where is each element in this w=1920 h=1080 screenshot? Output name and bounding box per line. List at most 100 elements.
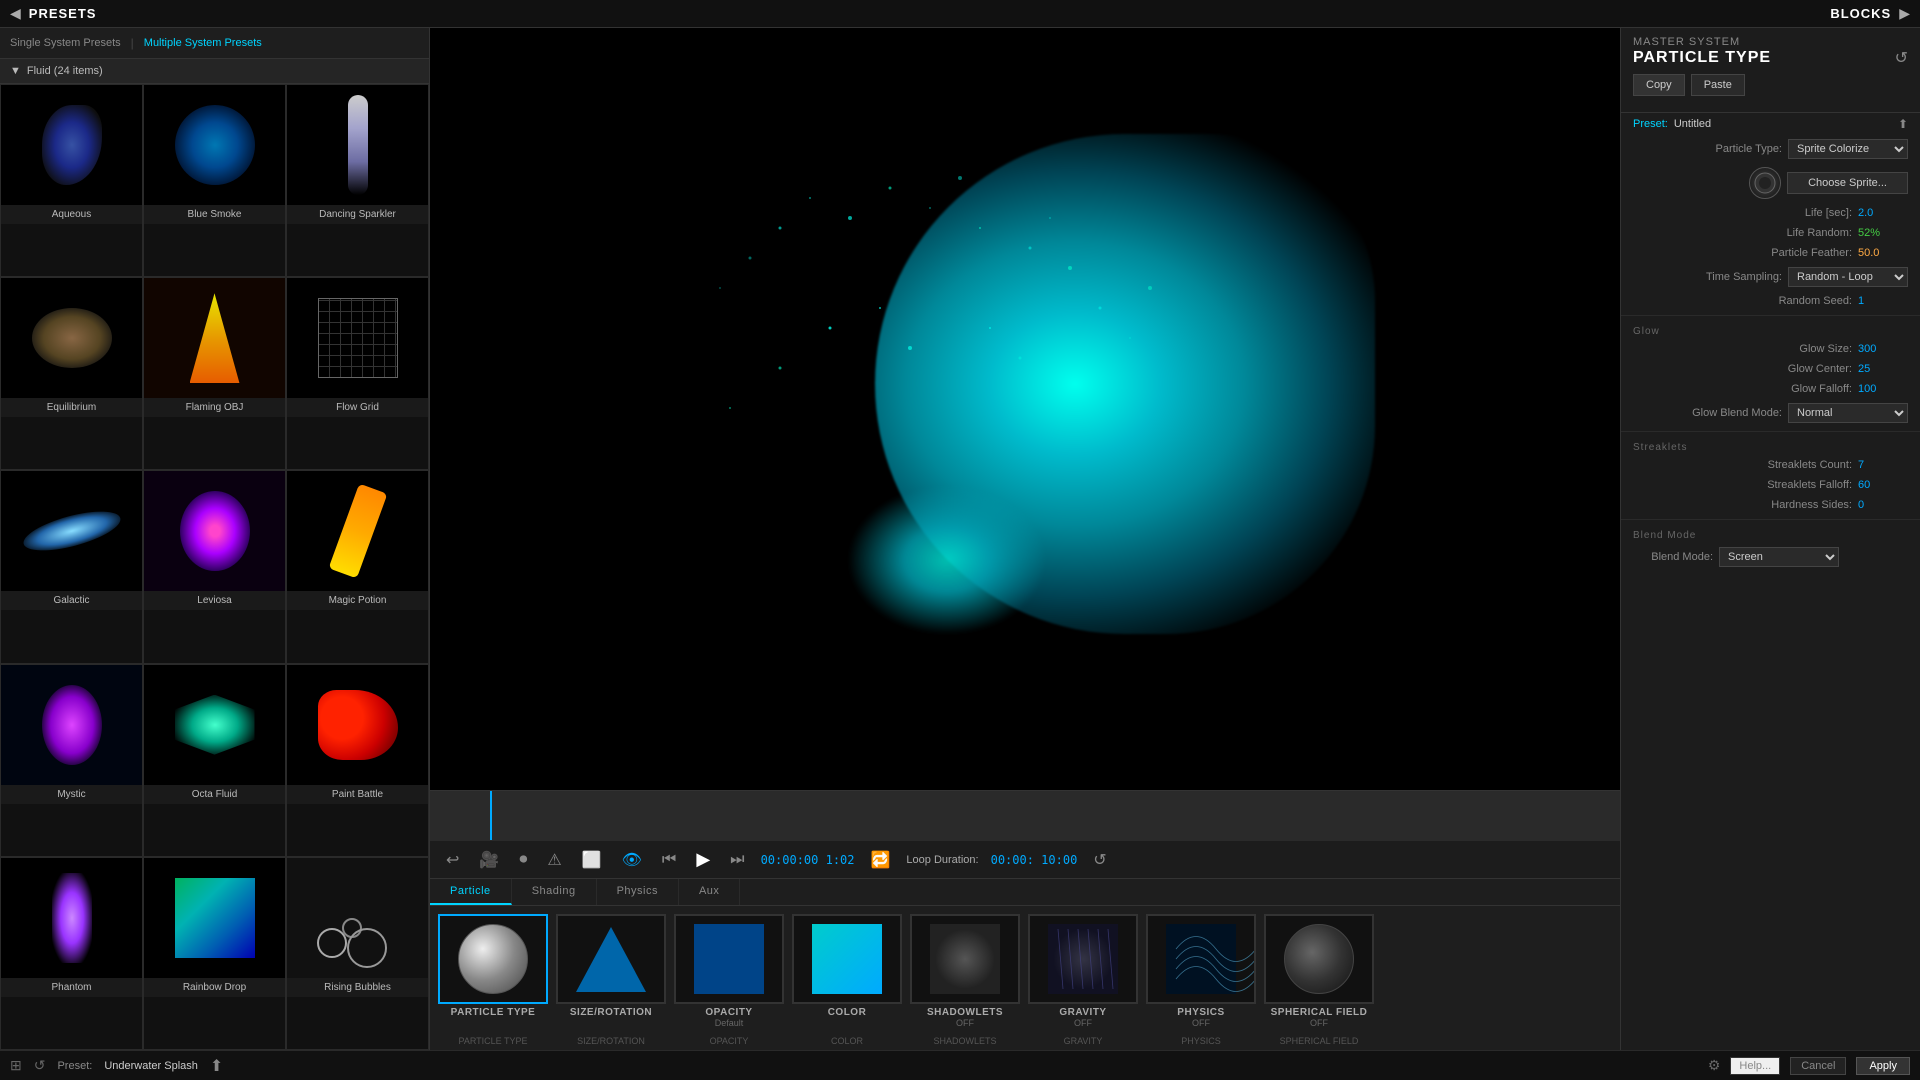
streaklets-hardness-row: Hardness Sides: 0 xyxy=(1621,495,1920,515)
fluid-header[interactable]: ▼ Fluid (24 items) xyxy=(0,59,429,84)
streaklets-falloff-value[interactable]: 60 xyxy=(1858,479,1908,491)
status-save-icon[interactable]: ⬆ xyxy=(210,1056,223,1076)
status-right-group: ⚙ Help... Cancel Apply xyxy=(1708,1057,1910,1075)
preset-thumb-flowgrid xyxy=(287,278,428,398)
life-random-value[interactable]: 52% xyxy=(1858,227,1908,239)
preset-equilibrium[interactable]: Equilibrium xyxy=(0,277,143,470)
glow-section-title: Glow xyxy=(1621,320,1920,339)
preset-aqueous[interactable]: Aqueous xyxy=(0,84,143,277)
glow-falloff-label: Glow Falloff: xyxy=(1633,383,1852,395)
preset-galactic[interactable]: Galactic xyxy=(0,470,143,663)
module-card-opacity[interactable]: OPACITY Default xyxy=(674,914,784,1028)
preset-rising[interactable]: Rising Bubbles xyxy=(286,857,429,1050)
status-home-icon[interactable]: ⊞ xyxy=(10,1057,22,1074)
size-rotation-sublabel-2: SIZE/ROTATION xyxy=(556,1036,666,1046)
particle-feather-value[interactable]: 50.0 xyxy=(1858,247,1908,259)
paste-button[interactable]: Paste xyxy=(1691,74,1745,96)
status-bar: ⊞ ↺ Preset: Underwater Splash ⬆ ⚙ Help..… xyxy=(0,1050,1920,1080)
preset-mystic[interactable]: Mystic xyxy=(0,664,143,857)
particle-type-title: PARTICLE TYPE xyxy=(1633,49,1771,67)
tab-aux[interactable]: Aux xyxy=(679,879,740,905)
record-button[interactable]: ⏺ xyxy=(515,849,531,871)
tab-divider: | xyxy=(131,36,134,50)
blocks-arrow-icon[interactable]: ▶ xyxy=(1899,5,1910,22)
eye-button[interactable]: 👁 xyxy=(618,848,646,872)
preset-flowgrid[interactable]: Flow Grid xyxy=(286,277,429,470)
preset-dancing[interactable]: Dancing Sparkler xyxy=(286,84,429,277)
glow-blend-select[interactable]: Normal xyxy=(1788,403,1908,423)
tab-shading[interactable]: Shading xyxy=(512,879,597,905)
apply-button[interactable]: Apply xyxy=(1856,1057,1910,1075)
tab-particle[interactable]: Particle xyxy=(430,879,512,905)
module-off-labels: PARTICLE TYPE SIZE/ROTATION OPACITY COLO… xyxy=(430,1036,1620,1050)
crop-button[interactable]: ⬜ xyxy=(578,848,606,872)
module-card-size-rotation[interactable]: SIZE/ROTATION xyxy=(556,914,666,1028)
spherical-sublabel-2: SPHERICAL FIELD xyxy=(1264,1036,1374,1046)
blend-mode-row: Blend Mode: Screen xyxy=(1621,543,1920,571)
status-reset-icon[interactable]: ↺ xyxy=(34,1057,46,1074)
module-sublabel-opacity: Default xyxy=(715,1018,744,1028)
life-row: Life [sec]: 2.0 xyxy=(1621,203,1920,223)
divider-streaklets xyxy=(1621,431,1920,432)
preset-flaming[interactable]: Flaming OBJ xyxy=(143,277,286,470)
preset-leviosa[interactable]: Leviosa xyxy=(143,470,286,663)
help-button[interactable]: Help... xyxy=(1730,1057,1780,1075)
shadowlets-sublabel-2: SHADOWLETS xyxy=(910,1036,1020,1046)
loop-button[interactable]: 🔁 xyxy=(867,848,895,872)
alert-button[interactable]: ⚠ xyxy=(543,848,565,872)
tab-physics[interactable]: Physics xyxy=(597,879,679,905)
preset-phantom[interactable]: Phantom xyxy=(0,857,143,1050)
preset-magic[interactable]: Magic Potion xyxy=(286,470,429,663)
time-sampling-select[interactable]: Random - Loop xyxy=(1788,267,1908,287)
preset-export-button[interactable]: ⬆ xyxy=(1898,117,1908,131)
preset-value-right[interactable]: Untitled xyxy=(1674,118,1892,130)
particle-type-select[interactable]: Sprite Colorize xyxy=(1788,139,1908,159)
fluid-toggle-icon[interactable]: ▼ xyxy=(10,65,21,77)
random-seed-value[interactable]: 1 xyxy=(1858,295,1908,307)
streaklets-count-value[interactable]: 7 xyxy=(1858,459,1908,471)
copy-button[interactable]: Copy xyxy=(1633,74,1685,96)
loop-reset-button[interactable]: ↺ xyxy=(1089,848,1110,872)
tab-single-system[interactable]: Single System Presets xyxy=(10,37,121,49)
cancel-button[interactable]: Cancel xyxy=(1790,1057,1846,1075)
timeline xyxy=(430,790,1620,840)
glow-falloff-value[interactable]: 100 xyxy=(1858,383,1908,395)
particle-feather-row: Particle Feather: 50.0 xyxy=(1621,243,1920,263)
preset-thumb-phantom xyxy=(1,858,142,978)
blend-mode-select[interactable]: Screen xyxy=(1719,547,1839,567)
particle-type-sublabel-2: PARTICLE TYPE xyxy=(438,1036,548,1046)
streaklets-falloff-row: Streaklets Falloff: 60 xyxy=(1621,475,1920,495)
preset-paint[interactable]: Paint Battle xyxy=(286,664,429,857)
preset-octa[interactable]: Octa Fluid xyxy=(143,664,286,857)
choose-sprite-button[interactable]: Choose Sprite... xyxy=(1787,172,1908,194)
tab-multiple-system[interactable]: Multiple System Presets xyxy=(144,37,262,49)
preset-label-bluesmoke: Blue Smoke xyxy=(144,205,285,224)
status-gear-icon[interactable]: ⚙ xyxy=(1708,1057,1721,1074)
skip-forward-button[interactable]: ⏭ xyxy=(726,849,748,871)
preset-rainbow[interactable]: Rainbow Drop xyxy=(143,857,286,1050)
back-button[interactable]: ◀ xyxy=(10,5,21,22)
module-card-shadowlets[interactable]: SHADOWLETS OFF xyxy=(910,914,1020,1028)
preset-bluesmoke[interactable]: Blue Smoke xyxy=(143,84,286,277)
preset-thumb-paint xyxy=(287,665,428,785)
module-card-color[interactable]: COLOR xyxy=(792,914,902,1028)
camera-button[interactable]: 🎥 xyxy=(475,848,503,872)
panel-reset-button[interactable]: ↺ xyxy=(1895,48,1908,68)
glow-center-value[interactable]: 25 xyxy=(1858,363,1908,375)
module-card-gravity[interactable]: GRAVITY OFF xyxy=(1028,914,1138,1028)
rewind-button[interactable]: ↩ xyxy=(442,848,463,872)
glow-blend-label: Glow Blend Mode: xyxy=(1633,407,1782,419)
module-card-spherical-field[interactable]: SPHERICAL FIELD OFF xyxy=(1264,914,1374,1028)
module-card-particle-type[interactable]: PARTICLE TYPE xyxy=(438,914,548,1028)
timeline-bar[interactable] xyxy=(430,791,1620,840)
streaklets-hardness-value[interactable]: 0 xyxy=(1858,499,1908,511)
module-card-physics[interactable]: PHYSICS OFF xyxy=(1146,914,1256,1028)
glow-size-value[interactable]: 300 xyxy=(1858,343,1908,355)
life-value[interactable]: 2.0 xyxy=(1858,207,1908,219)
preset-label-right: Preset: xyxy=(1633,118,1668,130)
play-button[interactable]: ▶ xyxy=(692,847,714,872)
timeline-cursor[interactable] xyxy=(490,791,492,840)
panel-header: Master System PARTICLE TYPE ↺ Copy Paste xyxy=(1621,28,1920,113)
sprite-preview[interactable] xyxy=(1749,167,1781,199)
skip-back-button[interactable]: ⏮ xyxy=(658,849,680,871)
